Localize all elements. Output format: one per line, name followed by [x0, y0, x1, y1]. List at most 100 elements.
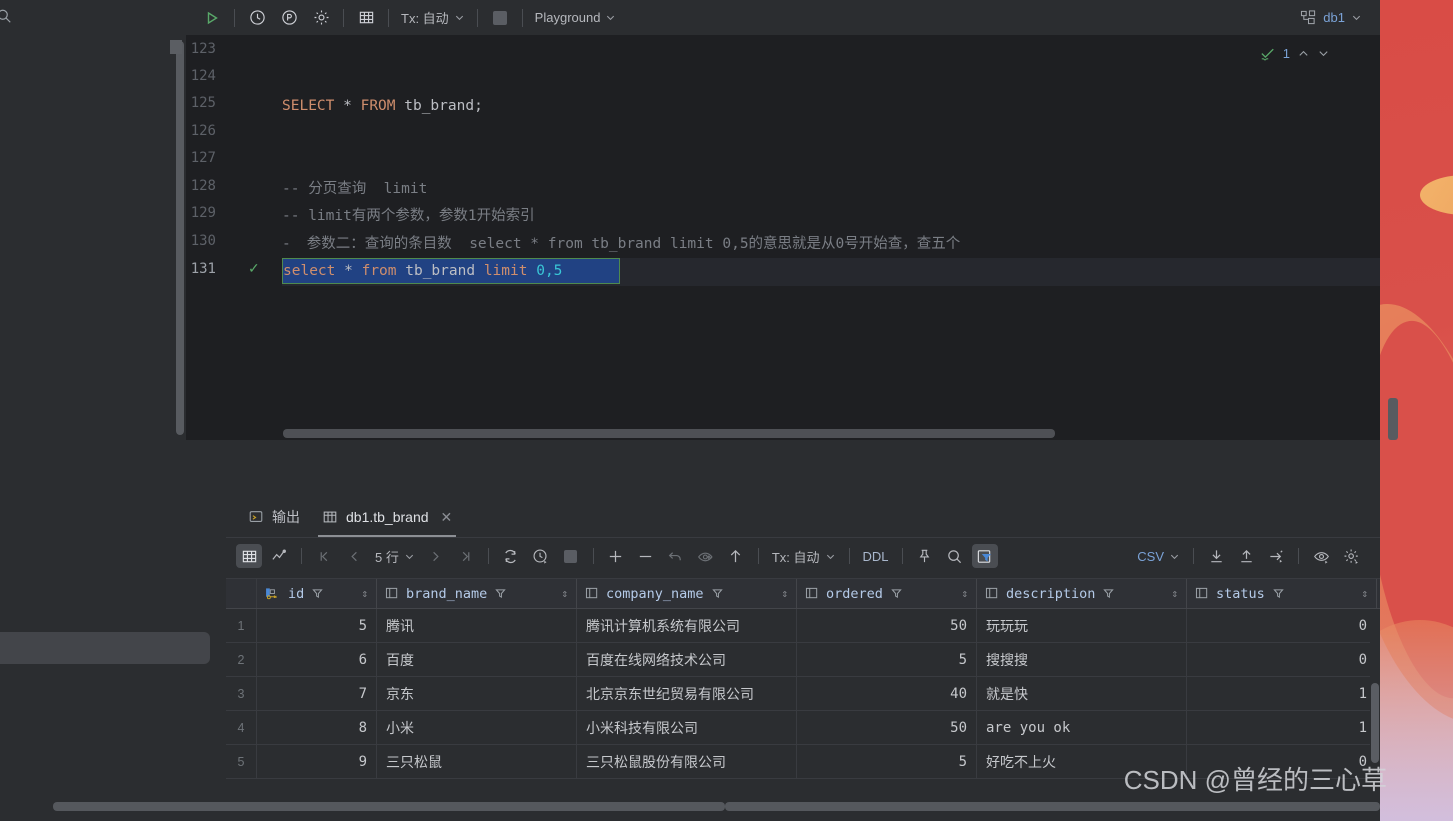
chart-view-button[interactable]	[266, 544, 292, 568]
table-row[interactable]: 1 5 腾讯 腾讯计算机系统有限公司 50 玩玩玩 0	[226, 609, 1380, 643]
preview-changes-button[interactable]	[693, 544, 719, 568]
cell-company-name[interactable]: 北京京东世纪贸易有限公司	[577, 677, 797, 710]
column-header-ordered[interactable]: ordered ⇕	[797, 579, 977, 608]
sort-icon[interactable]: ⇕	[1361, 587, 1368, 600]
tx-mode-dropdown[interactable]: Tx: 自动	[395, 5, 471, 30]
settings-button[interactable]	[307, 5, 335, 31]
editor-code-area[interactable]: SELECT * FROM tb_brand; -- 分页查询 limit --…	[282, 36, 1380, 440]
cell-brand-name[interactable]: 腾讯	[377, 609, 577, 642]
sort-icon[interactable]: ⇕	[781, 587, 788, 600]
cell-brand-name[interactable]: 小米	[377, 711, 577, 744]
profiler-button[interactable]	[275, 5, 303, 31]
add-row-button[interactable]	[603, 544, 629, 568]
editor-vertical-scrollbar[interactable]	[176, 41, 184, 435]
data-grid[interactable]: id ⇕ brand_name ⇕ company_name ⇕ ordered…	[226, 578, 1380, 821]
cell-company-name[interactable]: 三只松鼠股份有限公司	[577, 745, 797, 778]
cell-ordered[interactable]: 50	[797, 711, 977, 744]
table-row[interactable]: 2 6 百度 百度在线网络技术公司 5 搜搜搜 0	[226, 643, 1380, 677]
sql-editor[interactable]: 123 124 125 126 127 128 129 130 131 ✓ SE…	[186, 36, 1380, 440]
filter-icon[interactable]	[711, 588, 723, 599]
run-button[interactable]	[198, 5, 226, 31]
cell-brand-name[interactable]: 三只松鼠	[377, 745, 577, 778]
column-header-id[interactable]: id ⇕	[257, 579, 377, 608]
transaction-history-button[interactable]	[528, 544, 554, 568]
cell-ordered[interactable]: 5	[797, 745, 977, 778]
export-format-dropdown[interactable]: CSV	[1131, 547, 1186, 566]
cell-description[interactable]: 好吃不上火	[977, 745, 1187, 778]
delete-row-button[interactable]	[633, 544, 659, 568]
cell-status[interactable]: 0	[1187, 745, 1377, 778]
cell-id[interactable]: 8	[257, 711, 377, 744]
first-page-button[interactable]	[311, 544, 337, 568]
tab-db1-tb-brand[interactable]: db1.tb_brand ✕	[312, 497, 462, 537]
chevron-down-icon[interactable]	[1317, 47, 1330, 60]
sort-icon[interactable]: ⇕	[961, 587, 968, 600]
stop-button[interactable]	[558, 544, 584, 568]
close-icon[interactable]: ✕	[441, 509, 453, 526]
tab-output[interactable]: 输出	[238, 497, 310, 537]
column-header-brand-name[interactable]: brand_name ⇕	[377, 579, 577, 608]
editor-gutter[interactable]: 123 124 125 126 127 128 129 130 131 ✓	[186, 36, 282, 440]
cell-brand-name[interactable]: 京东	[377, 677, 577, 710]
pin-tab-button[interactable]	[912, 544, 938, 568]
cell-ordered[interactable]: 40	[797, 677, 977, 710]
next-page-button[interactable]	[423, 544, 449, 568]
editor-horizontal-scrollbar[interactable]	[283, 429, 1055, 438]
table-row[interactable]: 3 7 京东 北京京东世纪贸易有限公司 40 就是快 1	[226, 677, 1380, 711]
filter-icon[interactable]	[1273, 588, 1284, 599]
cell-id[interactable]: 7	[257, 677, 377, 710]
filter-icon[interactable]	[1103, 588, 1115, 599]
data-grid-vertical-scrollbar[interactable]	[1371, 683, 1379, 763]
grid-tx-dropdown[interactable]: Tx: 自动	[766, 545, 842, 568]
filter-button[interactable]	[971, 544, 998, 568]
cell-status[interactable]: 1	[1187, 677, 1377, 710]
column-header-company-name[interactable]: company_name ⇕	[577, 579, 797, 608]
data-grid-horizontal-scrollbar[interactable]	[725, 802, 1380, 811]
last-page-button[interactable]	[453, 544, 479, 568]
cell-description[interactable]: 搜搜搜	[977, 643, 1187, 676]
cell-id[interactable]: 6	[257, 643, 377, 676]
filter-icon[interactable]	[495, 588, 507, 599]
cell-company-name[interactable]: 腾讯计算机系统有限公司	[577, 609, 797, 642]
cell-id[interactable]: 9	[257, 745, 377, 778]
sidebar-hovered-item[interactable]	[0, 632, 210, 664]
editor-right-scroll-marker[interactable]	[1388, 398, 1398, 440]
view-options-button[interactable]	[1308, 544, 1334, 568]
session-dropdown[interactable]: Playground	[529, 7, 623, 28]
download-data-button[interactable]	[1203, 544, 1229, 568]
table-row[interactable]: 5 9 三只松鼠 三只松鼠股份有限公司 5 好吃不上火 0	[226, 745, 1380, 779]
import-data-button[interactable]	[1233, 544, 1259, 568]
export-to-button[interactable]	[1263, 544, 1289, 568]
grid-view-button[interactable]	[236, 544, 262, 568]
cell-ordered[interactable]: 5	[797, 643, 977, 676]
column-header-description[interactable]: description ⇕	[977, 579, 1187, 608]
inspection-widget[interactable]: 1	[1260, 46, 1330, 61]
cell-description[interactable]: 就是快	[977, 677, 1187, 710]
chevron-up-icon[interactable]	[1297, 47, 1310, 60]
cell-description[interactable]: are you ok	[977, 711, 1187, 744]
table-row[interactable]: 4 8 小米 小米科技有限公司 50 are you ok 1	[226, 711, 1380, 745]
selected-statement[interactable]: select * from tb_brand limit 0,5	[282, 258, 620, 284]
filter-icon[interactable]	[891, 588, 902, 599]
grid-settings-button[interactable]	[1338, 544, 1364, 568]
column-header-status[interactable]: status ⇕	[1187, 579, 1377, 608]
revert-button[interactable]	[663, 544, 689, 568]
database-selector[interactable]: db1	[1294, 7, 1368, 28]
query-history-button[interactable]	[243, 5, 271, 31]
sort-icon[interactable]: ⇕	[361, 587, 368, 600]
filter-icon[interactable]	[312, 588, 324, 599]
sort-icon[interactable]: ⇕	[1171, 587, 1178, 600]
cell-status[interactable]: 0	[1187, 609, 1377, 642]
table-editor-button[interactable]	[352, 5, 380, 31]
cell-company-name[interactable]: 小米科技有限公司	[577, 711, 797, 744]
cell-description[interactable]: 玩玩玩	[977, 609, 1187, 642]
cell-ordered[interactable]: 50	[797, 609, 977, 642]
prev-page-button[interactable]	[341, 544, 367, 568]
data-grid-horizontal-scrollbar-left[interactable]	[53, 802, 725, 811]
cell-brand-name[interactable]: 百度	[377, 643, 577, 676]
sort-icon[interactable]: ⇕	[561, 587, 568, 600]
reload-button[interactable]	[498, 544, 524, 568]
ddl-button[interactable]: DDL	[857, 547, 895, 566]
cell-status[interactable]: 1	[1187, 711, 1377, 744]
cell-id[interactable]: 5	[257, 609, 377, 642]
